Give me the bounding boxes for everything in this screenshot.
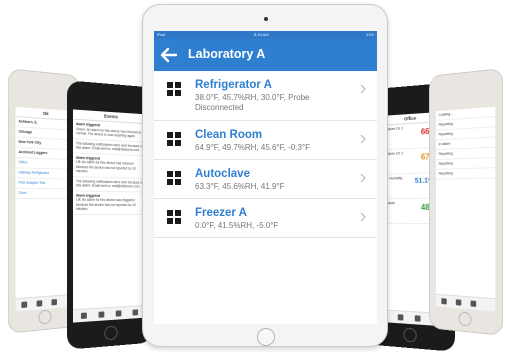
chevron-right-icon [360,134,366,144]
home-button[interactable] [38,309,52,325]
list-item[interactable]: Reporting [436,168,496,180]
tab-icon[interactable] [455,299,462,306]
event-body: Lift: An alarm for this device was trigg… [75,197,136,211]
tab-bar [436,293,496,312]
status-carrier: iPad [157,32,166,37]
event-item[interactable]: Alarm triggered Lift: An alarm for this … [72,190,148,215]
tab-bar [72,304,148,323]
chevron-right-icon [360,173,366,183]
home-button[interactable] [257,328,275,346]
device-row-refrigerator-a[interactable]: Refrigerator A 38.0°F, 45.7%RH, 30.0°F, … [154,71,377,121]
chevron-right-icon [360,84,366,94]
tab-icon[interactable] [414,315,421,322]
phone-mid-left-device: Events Alarm triggered Green: An alarm f… [66,80,153,350]
tab-icon[interactable] [470,300,477,307]
tab-icon[interactable] [115,310,122,317]
event-body: The following notifications were sent be… [75,178,143,189]
ipad-device: iPad 8:15 AM 41% Laboratory A Refrigerat… [142,4,388,347]
device-name: Freezer A [195,207,247,219]
phone-mid-left-screen: Events Alarm triggered Green: An alarm f… [72,109,148,323]
tab-icon[interactable] [80,312,87,319]
back-arrow-icon[interactable] [160,46,178,64]
home-button[interactable] [104,325,118,341]
home-button[interactable] [458,311,472,327]
list-item[interactable]: Zone [15,188,75,200]
device-grid-icon [167,171,181,185]
tab-icon[interactable] [132,309,139,316]
device-name: Refrigerator A [195,79,272,91]
event-body: Lift: An alarm for this device has retur… [75,159,136,174]
device-readings: 63.3°F, 45.6%RH, 41.9°F [195,182,285,191]
device-row-autoclave[interactable]: Autoclave 63.3°F, 45.6%RH, 41.9°F [154,160,377,199]
device-readings: 64.9°F, 49.7%RH, 45.6°F, -0.3°F [195,143,310,152]
tab-icon[interactable] [51,299,57,306]
tab-icon[interactable] [441,298,447,305]
device-grid-icon [167,132,181,146]
device-name: Autoclave [195,168,250,180]
tab-icon[interactable] [21,301,28,309]
chevron-right-icon [360,212,366,222]
device-name: Clean Room [195,129,263,141]
phone-right-screen: Loading... Reporting Reporting In alarm … [436,106,496,312]
device-grid-icon [167,82,181,96]
device-readings: 0.0°F, 41.5%RH, -5.0°F [195,221,279,230]
tab-icon[interactable] [397,314,404,321]
device-grid-icon [167,210,181,224]
phone-left-screen: Dk Ashburn, IL Chicago New York City Arc… [15,106,75,312]
device-row-freezer-a[interactable]: Freezer A 0.0°F, 41.5%RH, -5.0°F [154,199,377,238]
tab-icon[interactable] [36,300,43,307]
device-row-clean-room[interactable]: Clean Room 64.9°F, 49.7%RH, 45.6°F, -0.3… [154,121,377,160]
event-item[interactable]: Alarm triggered Lift: An alarm for this … [72,153,148,179]
device-readings: 38.0°F, 45.7%RH, 30.0°F, Probe Disconnec… [195,93,310,112]
status-bar: iPad 8:15 AM 41% [154,31,377,39]
phone-right-device: Loading... Reporting Reporting In alarm … [428,67,504,337]
status-battery: 41% [365,32,374,37]
ipad-screen: iPad 8:15 AM 41% Laboratory A Refrigerat… [154,31,377,324]
status-time: 8:15 AM [254,32,269,37]
list-item[interactable]: PDE Adapter Test [15,178,75,190]
nav-bar: Laboratory A [154,39,377,71]
home-button[interactable] [403,327,417,343]
tab-icon[interactable] [98,311,105,318]
event-item[interactable]: The following notifications were sent be… [72,176,148,193]
camera-dot [264,17,268,21]
event-body: The following notifications were sent be… [75,140,143,153]
page-title: Laboratory A [188,47,266,61]
tab-bar [15,293,75,312]
